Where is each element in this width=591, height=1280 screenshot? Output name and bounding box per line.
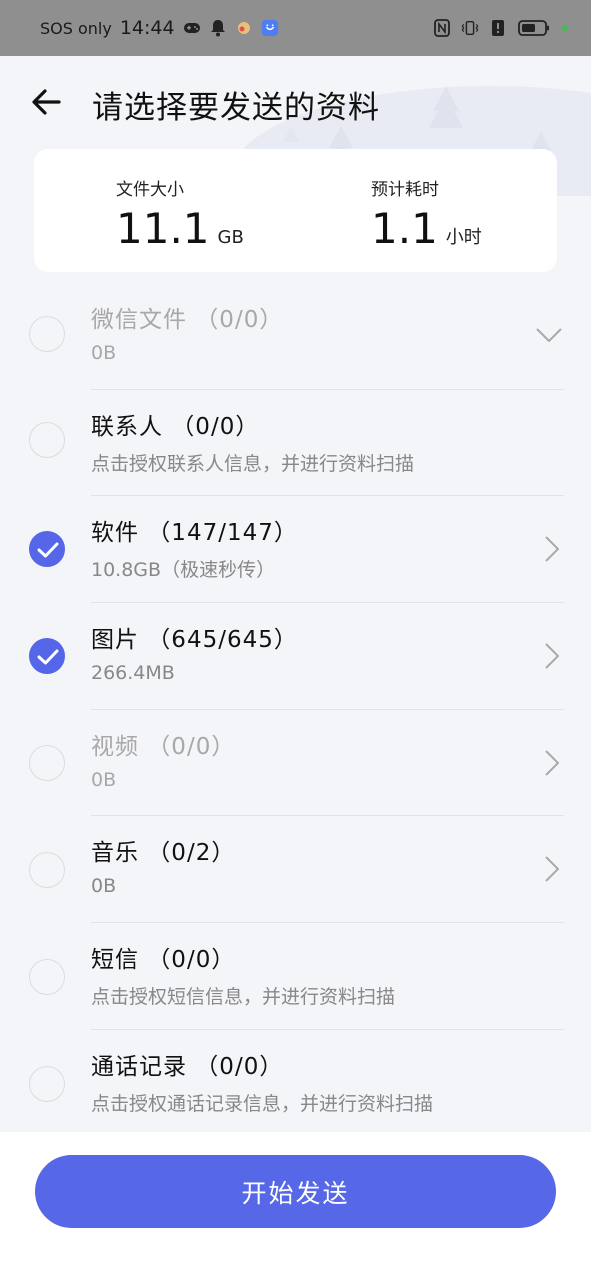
file-size-value: 11.1: [116, 204, 210, 253]
list-item-pictures[interactable]: 图片 （645/645） 266.4MB: [0, 603, 591, 710]
app-notification-icon: [235, 19, 253, 37]
item-subtitle: 0B: [91, 768, 117, 791]
chevron-right-icon: [545, 750, 559, 776]
charging-dot-icon: [561, 19, 569, 37]
detail-button[interactable]: [540, 641, 564, 671]
list-item-wechat-files[interactable]: 微信文件 （0/0） 0B: [0, 283, 591, 390]
start-send-button[interactable]: 开始发送: [35, 1155, 556, 1228]
summary-card: 文件大小 11.1 GB 预计耗时 1.1 小时: [34, 149, 557, 272]
app-notification-icon-2: [261, 19, 279, 37]
file-size-unit: GB: [217, 227, 244, 248]
estimated-time-value: 1.1: [371, 204, 438, 253]
item-subtitle: 点击授权联系人信息，并进行资料扫描: [91, 452, 415, 475]
detail-button[interactable]: [540, 748, 564, 778]
item-subtitle: 点击授权短信信息，并进行资料扫描: [91, 986, 396, 1009]
page-title: 请选择要发送的资料: [92, 90, 380, 126]
chevron-right-icon: [545, 856, 559, 883]
item-title: 微信文件 （0/0）: [91, 307, 284, 333]
list-item-apps[interactable]: 软件 （147/147） 10.8GB（极速秒传）: [0, 496, 591, 604]
detail-button[interactable]: [540, 854, 564, 884]
select-checkbox[interactable]: [29, 531, 65, 568]
chevron-right-icon: [545, 643, 559, 669]
status-time: 14:44: [119, 17, 175, 39]
file-size-summary: 文件大小 11.1 GB: [116, 175, 244, 253]
bottom-bar: 开始发送: [0, 1132, 591, 1280]
select-checkbox[interactable]: [29, 744, 65, 781]
estimated-time-unit: 小时: [445, 227, 482, 248]
select-checkbox[interactable]: [29, 316, 65, 352]
item-title: 音乐 （0/2）: [91, 840, 236, 867]
estimated-time-summary: 预计耗时 1.1 小时: [371, 175, 482, 253]
item-subtitle: 10.8GB（极速秒传）: [91, 559, 276, 582]
list-item-contacts[interactable]: 联系人 （0/0） 点击授权联系人信息，并进行资料扫描: [0, 390, 591, 497]
item-title: 短信 （0/0）: [91, 947, 236, 974]
item-subtitle: 点击授权通话记录信息，并进行资料扫描: [91, 1092, 434, 1115]
checkmark-icon: [37, 542, 59, 558]
alert-icon: [489, 19, 507, 37]
item-title: 通话记录 （0/0）: [91, 1053, 284, 1080]
item-title: 视频 （0/0）: [91, 733, 236, 760]
list-item-call-log[interactable]: 通话记录 （0/0） 点击授权通话记录信息，并进行资料扫描: [0, 1030, 591, 1137]
back-button[interactable]: [28, 84, 64, 120]
file-size-label: 文件大小: [116, 180, 184, 200]
list-item-sms[interactable]: 短信 （0/0） 点击授权短信信息，并进行资料扫描: [0, 923, 591, 1030]
vibrate-icon: [461, 19, 479, 37]
list-item-videos[interactable]: 视频 （0/0） 0B: [0, 710, 591, 817]
item-subtitle: 266.4MB: [91, 662, 175, 685]
chevron-right-icon: [545, 536, 559, 563]
item-subtitle: 0B: [91, 342, 117, 364]
gamepad-icon: [183, 19, 201, 37]
battery-icon: [517, 19, 551, 37]
select-checkbox[interactable]: [29, 1065, 65, 1102]
select-checkbox[interactable]: [29, 959, 65, 996]
header: 请选择要发送的资料: [0, 56, 591, 150]
bell-icon: [209, 19, 227, 37]
status-bar: SOS only 14:44: [0, 0, 591, 56]
detail-button[interactable]: [540, 534, 564, 564]
nfc-icon: [433, 19, 451, 37]
select-checkbox[interactable]: [29, 421, 65, 458]
select-checkbox[interactable]: [29, 638, 65, 675]
list-item-music[interactable]: 音乐 （0/2） 0B: [0, 816, 591, 924]
item-title: 图片 （645/645）: [91, 627, 298, 654]
item-title: 软件 （147/147）: [91, 520, 298, 547]
carrier-text: SOS only: [40, 18, 112, 38]
data-type-list: 微信文件 （0/0） 0B 联系人 （0/0） 点击授权联系人信息，并进行资料扫…: [0, 283, 591, 1137]
item-title: 联系人 （0/0）: [91, 413, 260, 440]
expand-button[interactable]: [534, 320, 564, 350]
select-checkbox[interactable]: [29, 852, 65, 889]
estimated-time-label: 预计耗时: [371, 180, 439, 200]
checkmark-icon: [37, 649, 59, 665]
arrow-left-icon: [32, 89, 61, 115]
chevron-down-icon: [536, 328, 562, 342]
item-subtitle: 0B: [91, 875, 117, 898]
page: 请选择要发送的资料 文件大小 11.1 GB 预计耗时 1.1 小时 微信文件 …: [0, 56, 591, 1280]
